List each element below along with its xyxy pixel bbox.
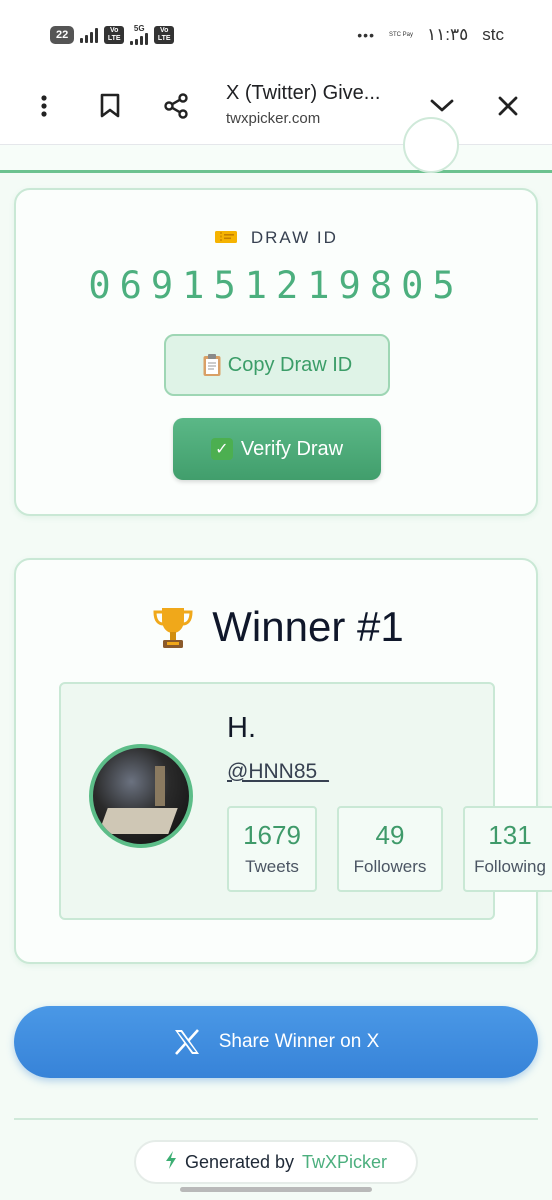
signal-icon (80, 27, 99, 43)
ticket-icon (215, 231, 238, 243)
checkmark-icon: ✓ (210, 438, 233, 460)
winner-handle-link[interactable]: @HNN85_ (227, 760, 329, 784)
signal-icon (130, 33, 149, 45)
trophy-icon (153, 608, 193, 648)
winner-card: Winner #1 H. @HNN85_ 1679 Tweets 49 Foll… (14, 558, 552, 964)
x-logo-icon (174, 1029, 199, 1055)
stat-followers: 49 Followers (337, 806, 443, 892)
copy-draw-id-button[interactable]: Copy Draw ID (164, 334, 390, 396)
clock: ١١:٣٥ (427, 25, 469, 44)
winner-profile-box: H. @HNN85_ 1679 Tweets 49 Followers 131 … (59, 682, 552, 920)
draw-id-label: DRAW ID (250, 228, 338, 247)
page-header-strip (0, 117, 552, 173)
lightning-icon (165, 1150, 177, 1174)
draw-id-card: DRAW ID 069151219805 Copy Draw ID ✓ Veri… (14, 188, 538, 516)
winner-title: Winner #1 (212, 603, 404, 650)
stat-followers-label: Followers (353, 857, 427, 876)
stat-tweets: 1679 Tweets (227, 806, 317, 892)
status-bar: 22 Vo LTE 5G Vo LTE ••• STC Pay ١١:٣٥ stc (0, 0, 552, 70)
generated-by-badge[interactable]: Generated by TwXPicker (134, 1140, 418, 1184)
browser-toolbar: X (Twitter) Give... twxpicker.com (0, 70, 552, 145)
stat-following-value: 131 (488, 820, 532, 850)
operator-tiny: STC Pay (389, 32, 414, 38)
stat-tweets-label: Tweets (245, 857, 299, 876)
brand-link[interactable]: TwXPicker (302, 1152, 387, 1173)
stat-following: 131 Following (463, 806, 552, 892)
copy-draw-id-label: Copy Draw ID (227, 353, 353, 376)
draw-id-label-row: DRAW ID (16, 228, 536, 248)
carrier-label: stc (482, 25, 504, 44)
page-title[interactable]: X (Twitter) Give... (226, 82, 380, 105)
generated-by-text: Generated by (184, 1151, 295, 1172)
close-icon[interactable] (490, 88, 526, 124)
share-winner-label: Share Winner on X (218, 1031, 380, 1052)
battery-indicator: 22 (50, 26, 75, 44)
more-notifications: ••• (357, 27, 375, 43)
avatar[interactable] (89, 744, 193, 848)
volte-icon: Vo LTE (154, 26, 175, 44)
home-indicator[interactable] (180, 1187, 372, 1192)
share-winner-on-x-button[interactable]: Share Winner on X (14, 1006, 538, 1078)
bookmark-icon[interactable] (92, 88, 128, 124)
stat-tweets-value: 1679 (243, 820, 301, 850)
footer-divider (14, 1118, 538, 1120)
page-url[interactable]: twxpicker.com (226, 110, 320, 127)
verify-draw-button[interactable]: ✓ Verify Draw (173, 418, 381, 480)
volte-icon: Vo LTE (104, 26, 125, 44)
menu-kebab-icon[interactable] (26, 88, 62, 124)
share-icon[interactable] (158, 88, 194, 124)
winner-name: H. (227, 712, 256, 744)
stat-following-label: Following (474, 857, 546, 876)
stat-followers-value: 49 (375, 820, 405, 850)
clipboard-icon (203, 354, 221, 376)
5g-label: 5G (133, 24, 145, 33)
verify-draw-label: Verify Draw (240, 437, 344, 460)
draw-id-value: 069151219805 (88, 264, 464, 307)
winner-heading: Winner #1 (16, 602, 536, 652)
header-circle (403, 117, 459, 173)
